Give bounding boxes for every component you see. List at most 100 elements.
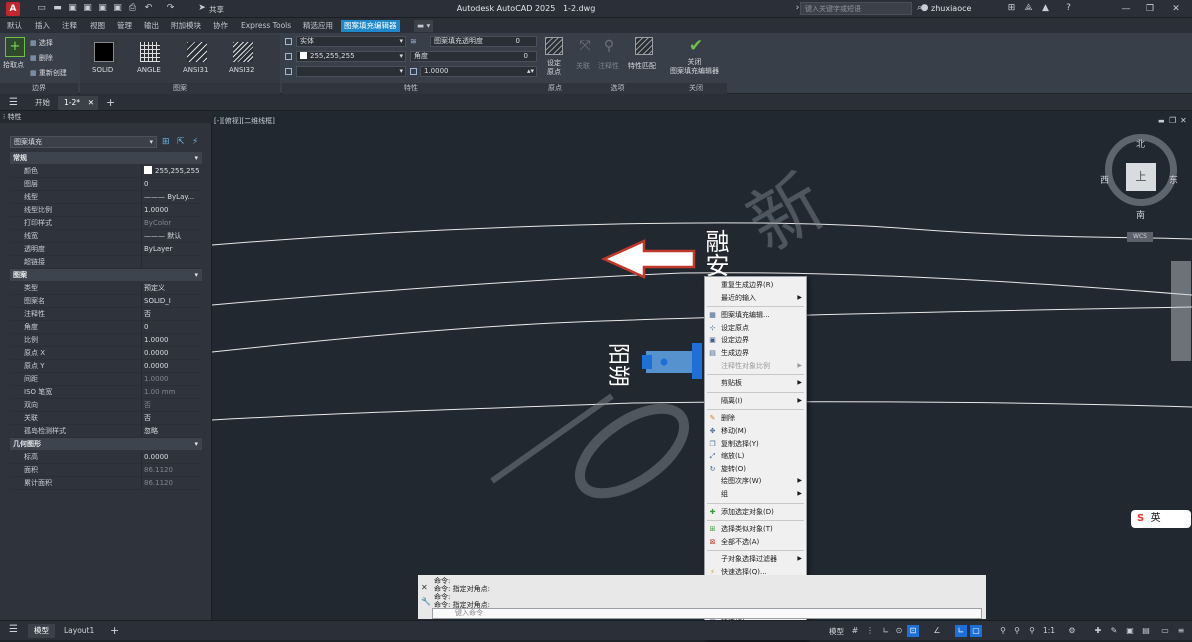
context-menu-item[interactable]: ❐ 复制选择(Y) [705, 438, 806, 451]
tab-annotate[interactable]: 注释 [59, 20, 80, 32]
property-value[interactable]: 86.1120 [141, 464, 202, 476]
property-value[interactable]: SOLID_I [141, 295, 202, 307]
options-panel-title[interactable]: 选项 [570, 83, 665, 94]
annotative-button[interactable]: 注释性 [598, 61, 619, 71]
viewcube-west[interactable]: 西 [1100, 173, 1109, 186]
app-store-icon[interactable]: ⟁ [1023, 3, 1034, 14]
app-logo-icon[interactable]: A [6, 2, 20, 16]
property-row[interactable]: ISO 笔宽 1.00 mm [10, 386, 202, 399]
angle-pattern-label[interactable]: ANGLE [137, 66, 161, 74]
menu-icon[interactable]: ☰ [9, 97, 18, 108]
context-menu-item[interactable]: 剪贴板 ▶ [705, 377, 806, 390]
osnap-icon[interactable]: ⊡ [907, 625, 919, 637]
plot-icon[interactable]: ⎙ [127, 3, 138, 14]
tab-layout1[interactable]: Layout1 [58, 624, 100, 638]
layout-menu-icon[interactable]: ☰ [9, 624, 18, 635]
section-header[interactable]: 几何图形 ▾ [10, 438, 202, 450]
remove-boundary-button[interactable]: ▦ 删除 [30, 53, 53, 63]
wcs-menu[interactable]: WCS [1127, 232, 1153, 242]
associative-icon[interactable]: ⤧ [576, 38, 594, 56]
set-origin-icon[interactable] [545, 37, 563, 55]
tab-hatch-editor[interactable]: 图案填充编辑器 [341, 20, 400, 32]
grid-icon[interactable]: # [849, 625, 861, 637]
annotation-scale-icon[interactable]: ⚲ [1026, 625, 1038, 637]
share-icon[interactable]: ➤ [197, 3, 207, 14]
user-name[interactable]: zhuxiaoce [931, 4, 971, 13]
property-row[interactable]: 角度 0 [10, 321, 202, 334]
select-boundary-button[interactable]: ▦ 选择 [30, 38, 53, 48]
search-input[interactable]: 键入关键字或短语 [800, 2, 912, 15]
context-menu-item[interactable]: 隔离(I) ▶ [705, 395, 806, 408]
hatch-color-select[interactable]: 255,255,255 ▾ [296, 51, 406, 62]
property-row[interactable]: 累计面积 86.1120 [10, 477, 202, 490]
snap-icon[interactable]: ⋮ [864, 625, 876, 637]
hatch-type-select[interactable]: 实体 ▾ [296, 36, 406, 47]
property-row[interactable]: 原点 X 0.0000 [10, 347, 202, 360]
property-row[interactable]: 线宽 ——— 默认 [10, 230, 202, 243]
context-menu-item[interactable]: ▣ 设定边界 [705, 334, 806, 347]
property-row[interactable]: 超链接 [10, 256, 202, 269]
command-settings-icon[interactable]: 🔧 [421, 597, 431, 606]
command-input[interactable]: 键入命令 [432, 608, 982, 619]
context-menu-item[interactable]: 最近的输入 ▶ [705, 292, 806, 305]
close-panel-title[interactable]: 关闭 [665, 83, 727, 94]
context-menu-item[interactable]: 重复生成边界(R) [705, 279, 806, 292]
property-value[interactable]: ——— 默认 [141, 230, 202, 242]
hardware-accel-icon[interactable]: ▣ [1124, 625, 1136, 637]
ansi31-pattern-swatch[interactable] [187, 42, 207, 62]
drawing-canvas[interactable]: [-][俯视][二维线框] ▬ ❐ ✕ 新 融安 阳朔 上 北 南 东 西 WC… [212, 111, 1192, 620]
property-value[interactable]: 1.0000 [141, 204, 202, 216]
units-icon[interactable]: ▤ [1140, 625, 1152, 637]
context-menu-item[interactable]: ⊞ 选择类似对象(T) [705, 523, 806, 536]
recreate-boundary-button[interactable]: ▦ 重新创建 [30, 68, 67, 78]
property-value[interactable]: 忽略 [141, 425, 202, 437]
property-value[interactable]: 预定义 [141, 282, 202, 294]
label-yangshuo[interactable]: 阳朔 [604, 343, 636, 387]
property-row[interactable]: 打印样式 ByColor [10, 217, 202, 230]
property-value[interactable]: 1.00 mm [141, 386, 202, 398]
redo-icon[interactable]: ↷ [165, 3, 176, 14]
property-value[interactable]: 86.1120 [141, 477, 202, 489]
tab-close-icon[interactable]: ✕ [88, 96, 94, 110]
plus-icon[interactable]: ✚ [1092, 625, 1104, 637]
save-as-icon[interactable]: ▣ [82, 3, 93, 14]
clean-screen-icon[interactable]: ▭ [1159, 625, 1171, 637]
property-row[interactable]: 线型 ——— ByLay... [10, 191, 202, 204]
context-menu-item[interactable]: 组 ▶ [705, 488, 806, 501]
ansi32-pattern-label[interactable]: ANSI32 [229, 66, 254, 74]
tab-express-tools[interactable]: Express Tools [238, 20, 294, 32]
section-header[interactable]: 图案 ▾ [10, 269, 202, 281]
pick-points-button[interactable]: 拾取点 [3, 60, 24, 70]
viewcube-east[interactable]: 东 [1169, 173, 1178, 186]
property-row[interactable]: 类型 预定义 [10, 282, 202, 295]
property-row[interactable]: 原点 Y 0.0000 [10, 360, 202, 373]
tab-document[interactable]: 1-2* ✕ [58, 96, 98, 110]
property-value[interactable]: 否 [141, 399, 202, 411]
property-value[interactable]: 1.0000 [141, 373, 202, 385]
command-close-icon[interactable]: ✕ [421, 583, 428, 592]
isodraft-icon[interactable]: ∠ [931, 625, 943, 637]
property-value[interactable]: 否 [141, 412, 202, 424]
property-value[interactable]: 0 [141, 178, 202, 190]
autodesk-icon[interactable]: ▲ [1040, 3, 1051, 14]
new-file-icon[interactable]: ▭ [36, 3, 47, 14]
road-line-2[interactable] [212, 272, 1192, 306]
solid-pattern-label[interactable]: SOLID [92, 66, 113, 74]
property-row[interactable]: 面积 86.1120 [10, 464, 202, 477]
context-menu-item[interactable]: ✚ 添加选定对象(D) [705, 506, 806, 519]
transparency-input[interactable]: 图案填充透明度 0 [430, 36, 537, 47]
property-row[interactable]: 图层 0 [10, 178, 202, 191]
web-save-icon[interactable]: ▣ [97, 3, 108, 14]
context-menu-item[interactable]: 注释性对象比例 ▶ [705, 360, 806, 373]
context-menu-item[interactable]: ✎ 删除 [705, 412, 806, 425]
workspace-gear-icon[interactable]: ⚙ [1066, 625, 1078, 637]
selected-hatch[interactable] [646, 351, 698, 373]
context-menu-item[interactable]: ✥ 移动(M) [705, 425, 806, 438]
property-value[interactable]: 0.0000 [141, 347, 202, 359]
property-value[interactable]: ByColor [141, 217, 202, 229]
set-origin-button[interactable]: 设定 原点 [547, 59, 561, 77]
annotative-icon[interactable]: ⚲ [600, 38, 618, 56]
context-menu-item[interactable]: 绘图次序(W) ▶ [705, 475, 806, 488]
new-tab-button[interactable]: + [100, 96, 121, 110]
model-space-button[interactable]: 模型 [829, 626, 844, 637]
